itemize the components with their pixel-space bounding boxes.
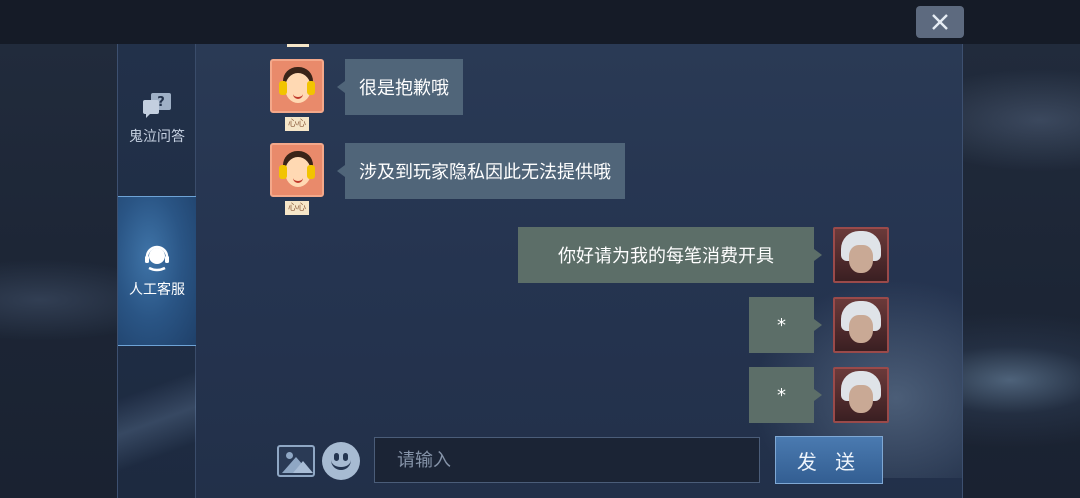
- tab-qa-label: 鬼泣问答: [129, 129, 185, 145]
- agent-name-tag-partial: [287, 44, 309, 47]
- user-avatar[interactable]: [833, 367, 889, 423]
- emoji-icon[interactable]: [322, 442, 360, 480]
- user-avatar[interactable]: [833, 297, 889, 353]
- image-icon[interactable]: [277, 445, 315, 477]
- agent-name-tag: 心心: [285, 117, 309, 131]
- svg-text:?: ?: [157, 95, 165, 110]
- user-avatar[interactable]: [833, 227, 889, 283]
- message-bubble: *: [749, 297, 822, 353]
- headset-support-icon: [145, 245, 169, 272]
- tab-human-support-label: 人工客服: [129, 282, 185, 298]
- sidebar-decoration: [118, 344, 196, 498]
- agent-name-tag: 心心: [285, 201, 309, 215]
- agent-avatar[interactable]: [270, 59, 324, 113]
- tab-qa[interactable]: ? 鬼泣问答: [118, 44, 196, 194]
- message-bubble: 很是抱歉哦: [337, 59, 463, 115]
- tab-human-support[interactable]: 人工客服: [118, 196, 196, 346]
- close-button[interactable]: [916, 6, 964, 38]
- sidebar: ? 鬼泣问答 人工客服: [118, 44, 196, 498]
- message-bubble: 你好请为我的每笔消费开具: [518, 227, 822, 283]
- send-button[interactable]: 发 送: [775, 436, 883, 484]
- message-bubble: 涉及到玩家隐私因此无法提供哦: [337, 143, 625, 199]
- question-chat-icon: ?: [143, 93, 171, 118]
- message-input[interactable]: [374, 437, 760, 483]
- agent-avatar[interactable]: [270, 143, 324, 197]
- close-icon: [932, 14, 948, 30]
- message-bubble: *: [749, 367, 822, 423]
